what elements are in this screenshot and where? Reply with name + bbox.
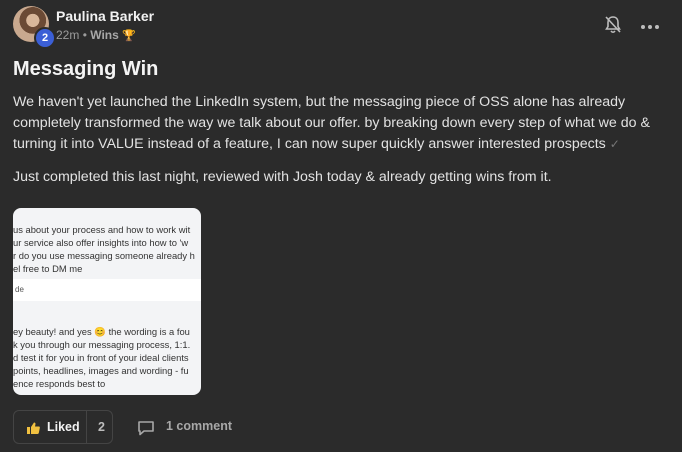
- post-body: We haven't yet launched the LinkedIn sys…: [13, 92, 658, 200]
- attachment-text-line: ur service also offer insights into how …: [13, 237, 189, 248]
- attachment-text-line: points, headlines, images and wording - …: [13, 365, 189, 376]
- like-button[interactable]: Liked 2: [13, 410, 113, 444]
- trophy-icon: 🏆: [122, 30, 136, 42]
- post-time: 22m: [56, 28, 80, 42]
- attachment-input-text: de: [15, 285, 24, 294]
- post-paragraph: We haven't yet launched the LinkedIn sys…: [13, 92, 658, 155]
- post-paragraph: Just completed this last night, reviewed…: [13, 167, 658, 188]
- attachment-image[interactable]: us about your process and how to work wi…: [13, 208, 201, 395]
- meta-separator: •: [82, 28, 87, 42]
- like-count[interactable]: 2: [98, 420, 105, 434]
- comment-label: 1 comment: [166, 419, 232, 433]
- like-divider: [86, 411, 87, 443]
- level-badge: 2: [34, 27, 56, 49]
- attachment-text-line: us about your process and how to work wi…: [13, 224, 191, 235]
- attachment-text-line: d test it for you in front of your ideal…: [13, 352, 189, 363]
- comment-icon: [137, 420, 155, 436]
- post-header: 2 Paulina Barker 22m • Wins 🏆: [13, 6, 673, 49]
- attachment-text-line: ey beauty! and yes 😊 the wording is a fo…: [13, 326, 190, 337]
- post-meta: 22m • Wins 🏆: [56, 28, 136, 42]
- attachment-input-box: de: [13, 279, 201, 301]
- post-paragraph-text: We haven't yet launched the LinkedIn sys…: [13, 94, 650, 152]
- post-paragraph-text: Just completed this last night, reviewed…: [13, 169, 552, 185]
- attachment-text-line: ence responds best to: [13, 378, 106, 389]
- author-name[interactable]: Paulina Barker: [56, 8, 154, 24]
- comment-button[interactable]: 1 comment: [137, 410, 247, 444]
- post-title: Messaging Win: [13, 58, 159, 80]
- attachment-text-line: k you through our messaging process, 1:1…: [13, 339, 191, 350]
- bell-off-icon[interactable]: [604, 15, 622, 35]
- like-label: Liked: [47, 420, 80, 434]
- thumbs-up-icon: [27, 422, 40, 437]
- check-icon: ✓: [609, 137, 620, 151]
- more-horizontal-icon[interactable]: [640, 19, 660, 29]
- attachment-text-line: r do you use messaging someone already h: [13, 250, 195, 261]
- post-category[interactable]: Wins: [90, 28, 119, 42]
- attachment-text-line: el free to DM me: [13, 263, 83, 274]
